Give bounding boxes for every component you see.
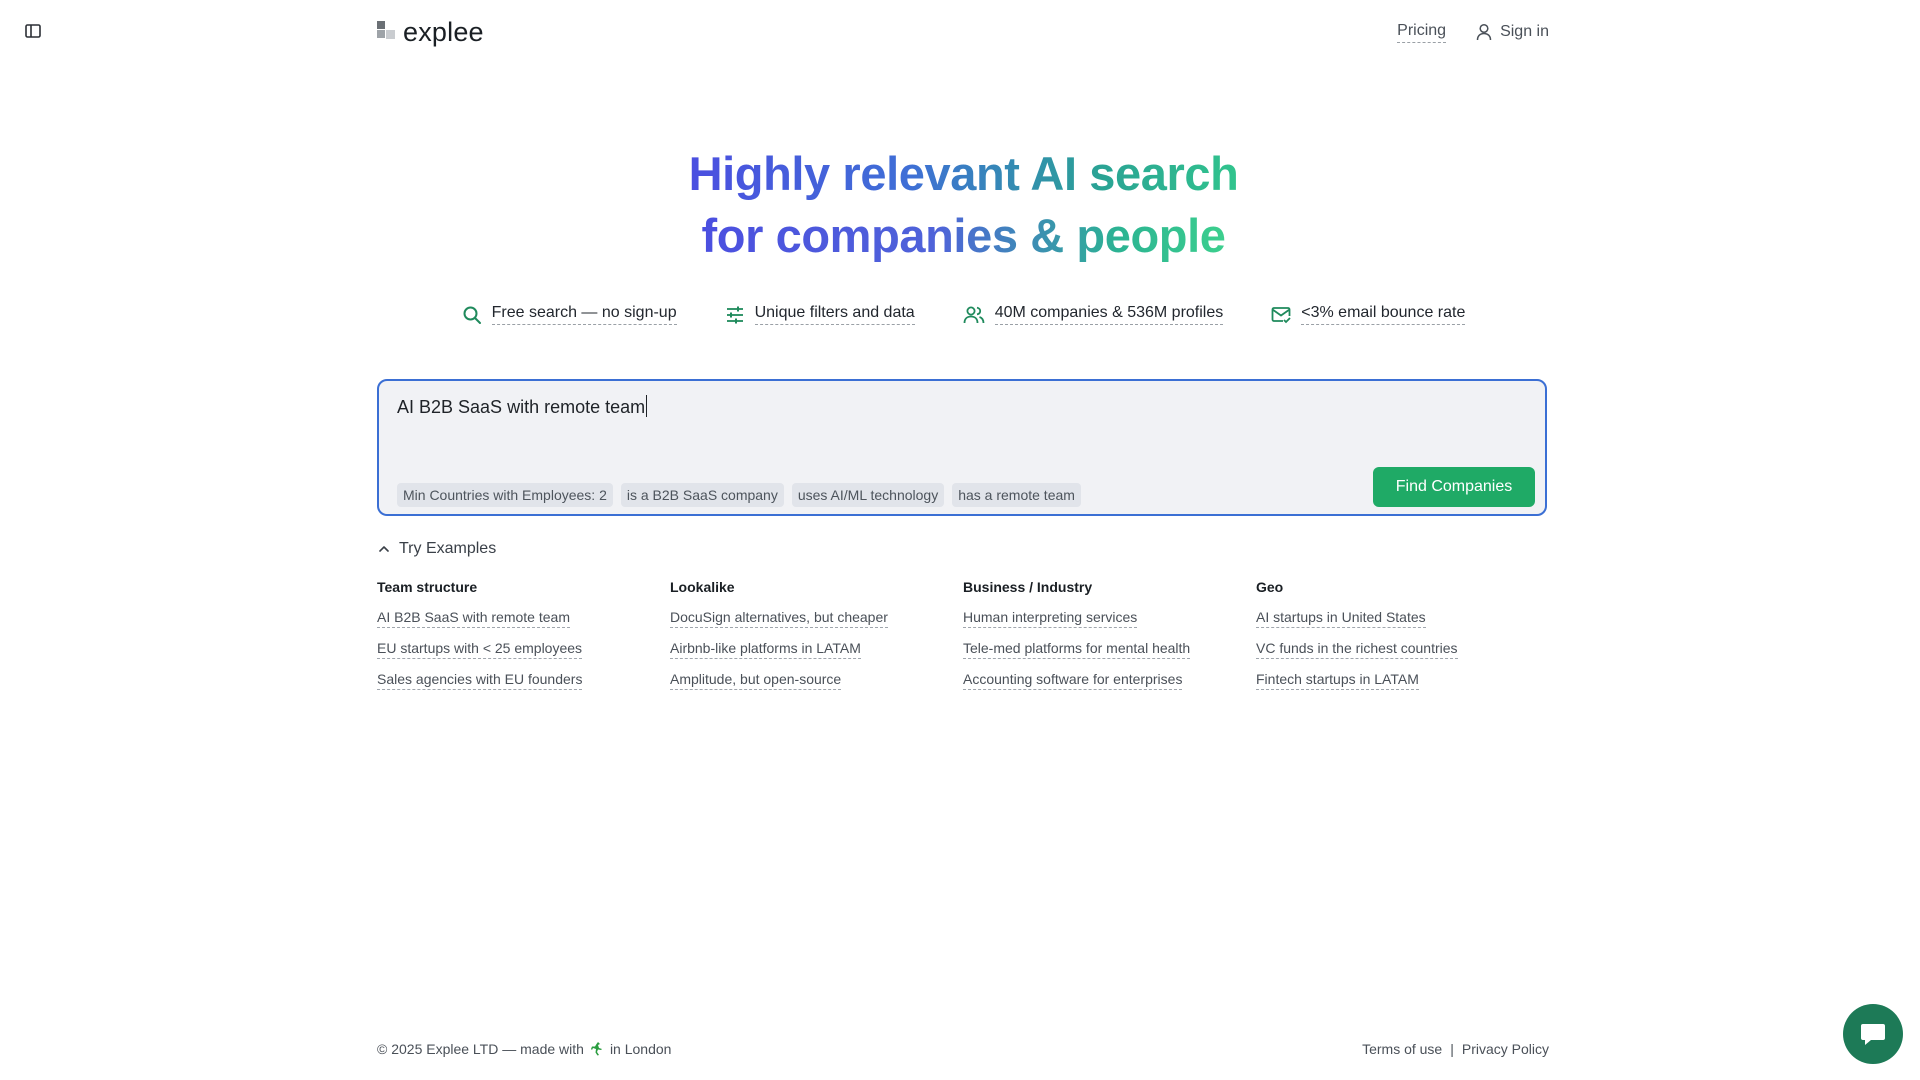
try-examples-toggle[interactable]: Try Examples (377, 540, 496, 558)
sliders-icon (726, 306, 743, 323)
search-input-value: AI B2B SaaS with remote team (397, 397, 646, 417)
examples-column-lookalike: Lookalike DocuSign alternatives, but che… (670, 579, 963, 702)
logo[interactable]: explee (377, 16, 484, 48)
example-link[interactable]: Sales agencies with EU founders (377, 671, 583, 690)
chat-bubble-icon (1861, 1024, 1885, 1045)
footer-separator: | (1450, 1041, 1454, 1057)
example-link[interactable]: Amplitude, but open-source (670, 671, 842, 690)
text-caret (646, 395, 648, 417)
try-examples-label: Try Examples (399, 540, 497, 557)
examples-column-title: Business / Industry (963, 579, 1093, 595)
chevron-up-icon (379, 546, 389, 552)
terms-of-use-link[interactable]: Terms of use (1362, 1041, 1442, 1057)
search-input[interactable]: AI B2B SaaS with remote team (397, 393, 1397, 421)
user-icon (1476, 23, 1492, 41)
example-link[interactable]: Human interpreting services (963, 609, 1138, 628)
examples-column-title: Geo (1256, 579, 1284, 595)
examples-column-team-structure: Team structure AI B2B SaaS with remote t… (377, 579, 670, 702)
examples-grid: Team structure AI B2B SaaS with remote t… (377, 579, 1549, 702)
sign-in-label: Sign in (1500, 23, 1549, 40)
search-icon (463, 306, 481, 324)
example-link[interactable]: AI startups in United States (1256, 609, 1426, 628)
example-link[interactable]: DocuSign alternatives, but cheaper (670, 609, 888, 628)
example-link[interactable]: EU startups with < 25 employees (377, 640, 583, 659)
footer-copyright: © 2025 Explee LTD — made with in London (377, 1041, 671, 1057)
feature-label: Unique filters and data (754, 304, 915, 325)
feature-label: Free search — no sign-up (491, 304, 677, 325)
example-link[interactable]: Fintech startups in LATAM (1256, 671, 1419, 690)
example-link[interactable]: Tele-med platforms for mental health (963, 640, 1191, 659)
examples-column-business-industry: Business / Industry Human interpreting s… (963, 579, 1256, 702)
parsed-filter-chips: Min Countries with Employees: 2 is a B2B… (397, 483, 1081, 507)
mail-check-icon (1271, 306, 1291, 323)
sign-in-button[interactable]: Sign in (1476, 23, 1549, 41)
feature-unique-filters[interactable]: Unique filters and data (725, 304, 915, 325)
filter-chip[interactable]: Min Countries with Employees: 2 (397, 483, 613, 507)
hero-title-line-2: for companies & people (702, 205, 1226, 267)
feature-bounce-rate[interactable]: <3% email bounce rate (1271, 304, 1466, 325)
header: explee Pricing Sign in (377, 16, 1549, 48)
search-box[interactable]: AI B2B SaaS with remote team Min Countri… (377, 379, 1547, 516)
hero-title-line-1: Highly relevant AI search (689, 143, 1239, 205)
logo-mark-icon (377, 21, 397, 43)
logo-text: explee (403, 17, 484, 47)
find-companies-button[interactable]: Find Companies (1373, 467, 1535, 507)
privacy-policy-link[interactable]: Privacy Policy (1462, 1041, 1549, 1057)
examples-column-title: Lookalike (670, 579, 735, 595)
sidebar-toggle-button[interactable] (22, 20, 44, 42)
examples-column-title: Team structure (377, 579, 478, 595)
hero-heading: Highly relevant AI search for companies … (0, 143, 1920, 267)
copyright-suffix: in London (609, 1041, 672, 1057)
feature-list: Free search — no sign-up Unique filters … (0, 304, 1920, 325)
lizard-icon (590, 1042, 602, 1056)
example-link[interactable]: AI B2B SaaS with remote team (377, 609, 570, 628)
filter-chip[interactable]: has a remote team (952, 483, 1081, 507)
filter-chip[interactable]: uses AI/ML technology (791, 483, 945, 507)
feature-label: 40M companies & 536M profiles (994, 304, 1224, 325)
example-link[interactable]: Airbnb-like platforms in LATAM (670, 640, 861, 659)
chat-widget-button[interactable] (1843, 1004, 1903, 1064)
sidebar-panel-icon (25, 24, 41, 38)
examples-column-geo: Geo AI startups in United States VC fund… (1256, 579, 1549, 702)
filter-chip[interactable]: is a B2B SaaS company (620, 483, 784, 507)
top-nav: Pricing Sign in (1397, 16, 1549, 48)
nav-pricing-link[interactable]: Pricing (1397, 22, 1447, 43)
users-icon (963, 306, 985, 323)
feature-label: <3% email bounce rate (1301, 304, 1466, 325)
example-link[interactable]: VC funds in the richest countries (1256, 640, 1458, 659)
feature-free-search[interactable]: Free search — no sign-up (462, 304, 677, 325)
example-link[interactable]: Accounting software for enterprises (963, 671, 1183, 690)
feature-database-size[interactable]: 40M companies & 536M profiles (963, 304, 1224, 325)
copyright-prefix: © 2025 Explee LTD — made with (377, 1041, 584, 1057)
footer-links: Terms of use | Privacy Policy (1362, 1041, 1549, 1057)
